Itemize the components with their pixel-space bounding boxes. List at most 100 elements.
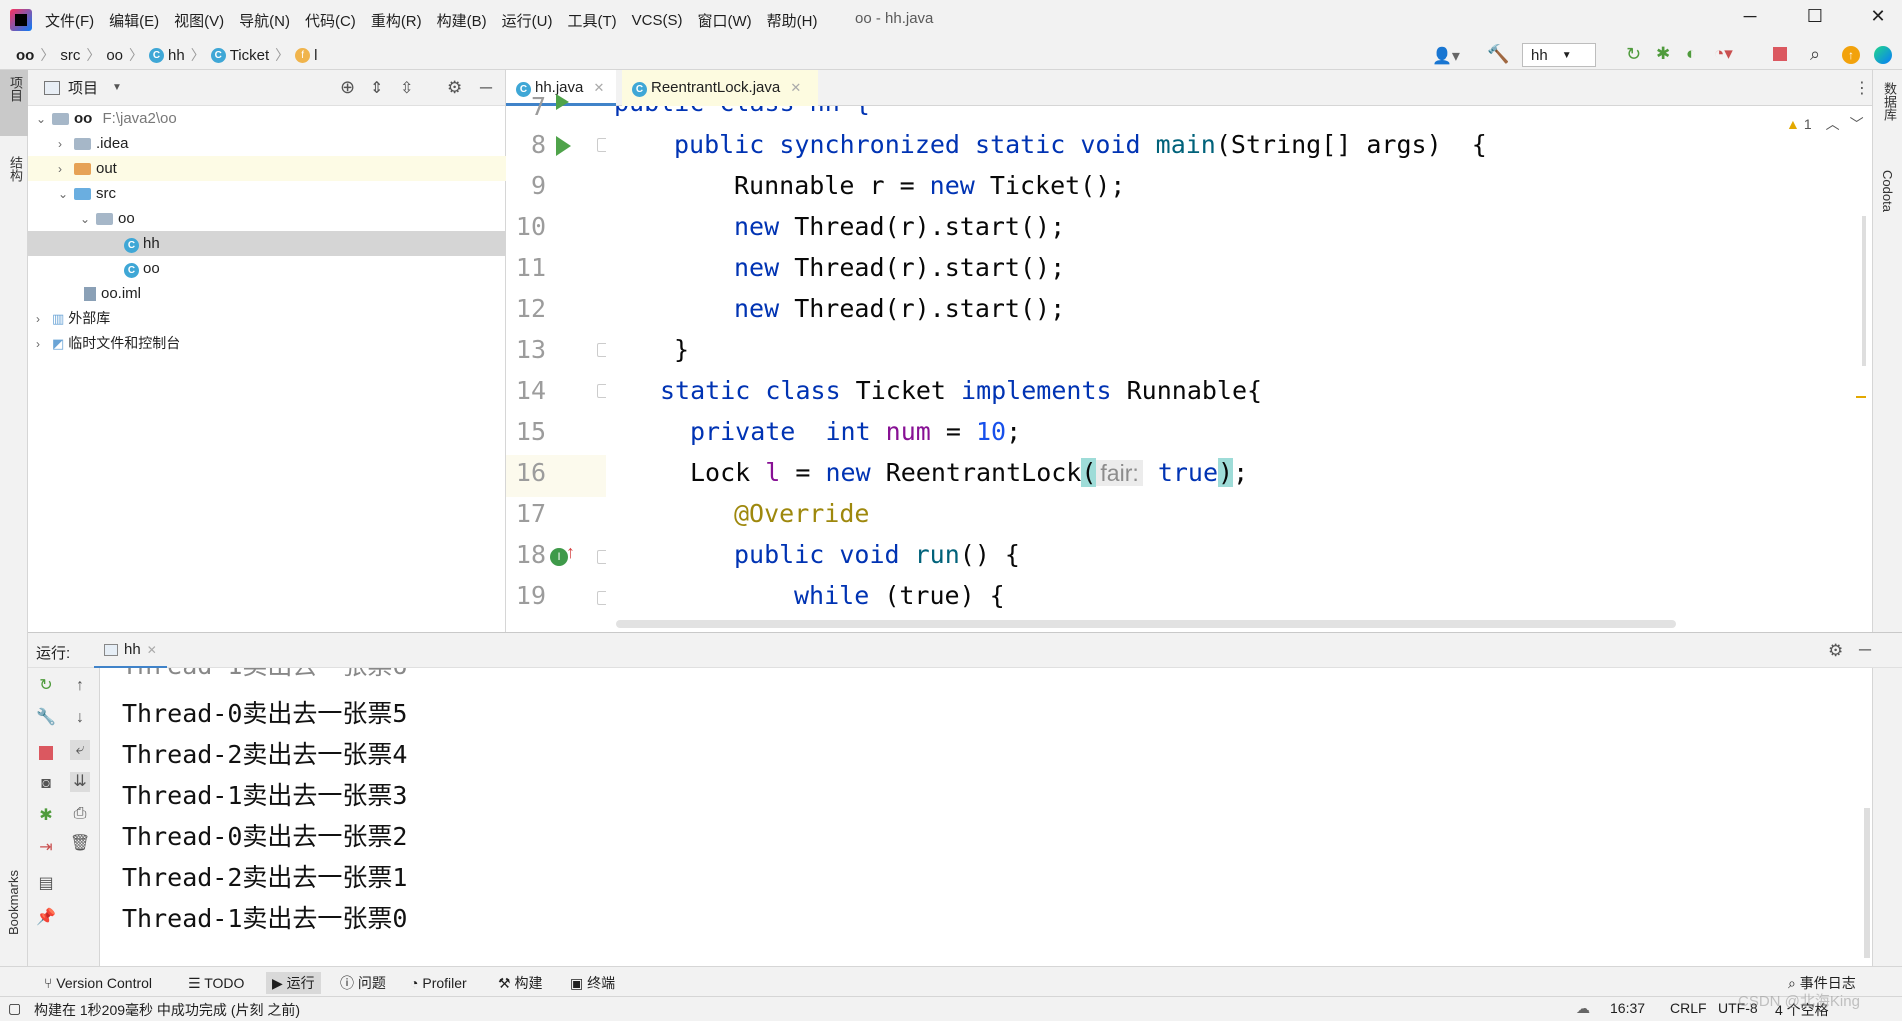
menu-help[interactable]: 帮助(H): [767, 10, 818, 31]
terminal-button[interactable]: ▣ 终端: [564, 972, 621, 994]
menu-code[interactable]: 代码(C): [305, 10, 356, 31]
tree-node-idea[interactable]: › .idea: [28, 131, 506, 156]
vertical-scrollbar[interactable]: [1864, 808, 1870, 958]
hide-icon[interactable]: ─: [1859, 640, 1871, 660]
plugin-logo-icon[interactable]: [1874, 46, 1892, 64]
up-arrow-icon[interactable]: ↑: [70, 676, 90, 696]
expand-all-icon[interactable]: ⇕: [370, 78, 383, 98]
console-output[interactable]: Thread-1卖出去一张票6 Thread-0卖出去一张票5 Thread-2…: [100, 668, 1872, 966]
menu-view[interactable]: 视图(V): [174, 10, 224, 31]
update-icon[interactable]: ↑: [1842, 46, 1860, 64]
tree-node-package[interactable]: ⌄ oo: [28, 206, 506, 231]
status-message[interactable]: 构建在 1秒209毫秒 中成功完成 (片刻 之前): [34, 1000, 300, 1020]
build-hammer-icon[interactable]: 🔨: [1487, 44, 1509, 65]
chevron-right-icon[interactable]: ›: [58, 132, 74, 157]
vertical-scrollbar[interactable]: [1862, 216, 1866, 366]
camera-icon[interactable]: ◙: [36, 774, 56, 794]
scroll-to-end-icon[interactable]: ⇊: [70, 772, 90, 792]
status-toggle-icon[interactable]: ▢: [8, 1000, 21, 1017]
breadcrumb-project[interactable]: oo: [16, 47, 34, 64]
chevron-down-icon[interactable]: ⌄: [58, 182, 74, 207]
chevron-right-icon[interactable]: ›: [58, 157, 74, 182]
tree-node-src[interactable]: ⌄ src: [28, 181, 506, 206]
todo-button[interactable]: ☰ TODO: [182, 972, 250, 994]
tree-node-out[interactable]: › out: [28, 156, 506, 181]
inspection-widget[interactable]: ▲ 1 ︿ ﹀: [1786, 114, 1864, 134]
chevron-up-icon[interactable]: ︿: [1826, 114, 1840, 134]
breadcrumb-class[interactable]: hh: [168, 47, 185, 64]
tree-node-root[interactable]: ⌄ oo F:\java2\oo: [28, 106, 506, 131]
collapse-all-icon[interactable]: ⇳: [400, 78, 413, 98]
tree-node-oo-class[interactable]: Coo: [28, 256, 506, 281]
down-arrow-icon[interactable]: ↓: [70, 708, 90, 728]
run-gutter-icon[interactable]: [556, 94, 569, 110]
version-control-button[interactable]: ⑂ Version Control: [38, 972, 158, 994]
structure-tool-button[interactable]: 结构: [0, 150, 28, 210]
breadcrumb-src[interactable]: src: [60, 47, 80, 64]
menu-build[interactable]: 构建(B): [437, 10, 487, 31]
locate-icon[interactable]: ⊕: [340, 77, 355, 98]
build-button[interactable]: ⚒ 构建: [492, 972, 548, 994]
maximize-button[interactable]: ☐: [1795, 6, 1835, 32]
menu-window[interactable]: 窗口(W): [697, 10, 751, 31]
wrench-icon[interactable]: 🔧: [36, 708, 56, 728]
stop-icon[interactable]: [1773, 47, 1787, 61]
menu-edit[interactable]: 编辑(E): [109, 10, 159, 31]
horizontal-scrollbar[interactable]: [616, 620, 1676, 628]
minimize-button[interactable]: ─: [1730, 6, 1770, 32]
trash-icon[interactable]: 🗑: [70, 834, 90, 854]
menu-file[interactable]: 文件(F): [45, 10, 94, 31]
code-editor[interactable]: public class hh { public synchronized st…: [606, 106, 1866, 630]
chevron-down-icon[interactable]: ▼: [112, 82, 122, 93]
profiler-button[interactable]: ◔ Profiler: [404, 972, 473, 994]
close-icon[interactable]: ✕: [790, 80, 801, 95]
user-icon[interactable]: 👤▾: [1432, 46, 1460, 66]
database-tool-button[interactable]: 数据库: [1880, 82, 1899, 121]
menu-vcs[interactable]: VCS(S): [632, 12, 683, 29]
rerun-icon[interactable]: ↻: [36, 676, 56, 696]
exit-icon[interactable]: ⇥: [36, 838, 56, 858]
layout-icon[interactable]: ▤: [36, 874, 56, 894]
gear-icon[interactable]: ⚙: [447, 78, 462, 98]
line-separator[interactable]: CRLF: [1670, 1000, 1707, 1016]
tree-node-hh[interactable]: Chh: [28, 231, 506, 256]
gear-icon[interactable]: ⚙: [1828, 641, 1843, 661]
codota-tool-button[interactable]: Codota: [1880, 170, 1895, 212]
run-config-select[interactable]: hh ▼: [1522, 43, 1596, 67]
breadcrumb-field[interactable]: l: [314, 47, 317, 64]
menu-run[interactable]: 运行(U): [502, 10, 553, 31]
project-view-select[interactable]: 项目: [68, 77, 98, 98]
menu-refactor[interactable]: 重构(R): [371, 10, 422, 31]
warning-stripe-marker[interactable]: [1856, 396, 1866, 398]
more-options-icon[interactable]: ⋮: [1854, 78, 1870, 98]
run-tab-hh[interactable]: hh ✕: [94, 633, 167, 669]
problems-button[interactable]: ⓘ 问题: [334, 972, 392, 994]
tree-node-external-libs[interactable]: › ▥ 外部库: [28, 306, 506, 331]
breadcrumb-inner-class[interactable]: Ticket: [230, 47, 269, 64]
run-tool-button[interactable]: ▶ 运行: [266, 972, 321, 994]
debug-icon[interactable]: ✱: [36, 806, 56, 826]
hide-icon[interactable]: ─: [480, 78, 492, 98]
search-icon[interactable]: ⌕: [1810, 44, 1820, 65]
debug-icon[interactable]: ✱: [1656, 44, 1670, 64]
tab-reentrantlock-java[interactable]: C ReentrantLock.java ✕: [622, 70, 818, 106]
menu-navigate[interactable]: 导航(N): [239, 10, 290, 31]
project-tool-button[interactable]: 项目: [0, 70, 28, 136]
chevron-right-icon[interactable]: ›: [36, 332, 52, 357]
caret-position[interactable]: 16:37: [1610, 1000, 1645, 1016]
soft-wrap-icon[interactable]: ⤶: [70, 740, 90, 760]
coverage-icon[interactable]: ◐: [1686, 44, 1696, 64]
menu-tools[interactable]: 工具(T): [567, 10, 616, 31]
stop-icon[interactable]: [39, 746, 53, 760]
close-window-button[interactable]: ✕: [1858, 6, 1898, 32]
pin-icon[interactable]: 📌: [36, 908, 56, 928]
tree-node-iml[interactable]: oo.iml: [28, 281, 506, 306]
chevron-right-icon[interactable]: ›: [36, 307, 52, 332]
profile-icon[interactable]: ◔▾: [1714, 44, 1733, 64]
rerun-icon[interactable]: ↻: [1626, 44, 1641, 65]
chevron-down-icon[interactable]: ⌄: [80, 207, 96, 232]
print-icon[interactable]: ⎙: [70, 804, 90, 824]
bookmarks-tool-button[interactable]: Bookmarks: [0, 860, 28, 970]
breadcrumb-package[interactable]: oo: [106, 47, 123, 64]
chevron-down-icon[interactable]: ﹀: [1850, 114, 1864, 134]
